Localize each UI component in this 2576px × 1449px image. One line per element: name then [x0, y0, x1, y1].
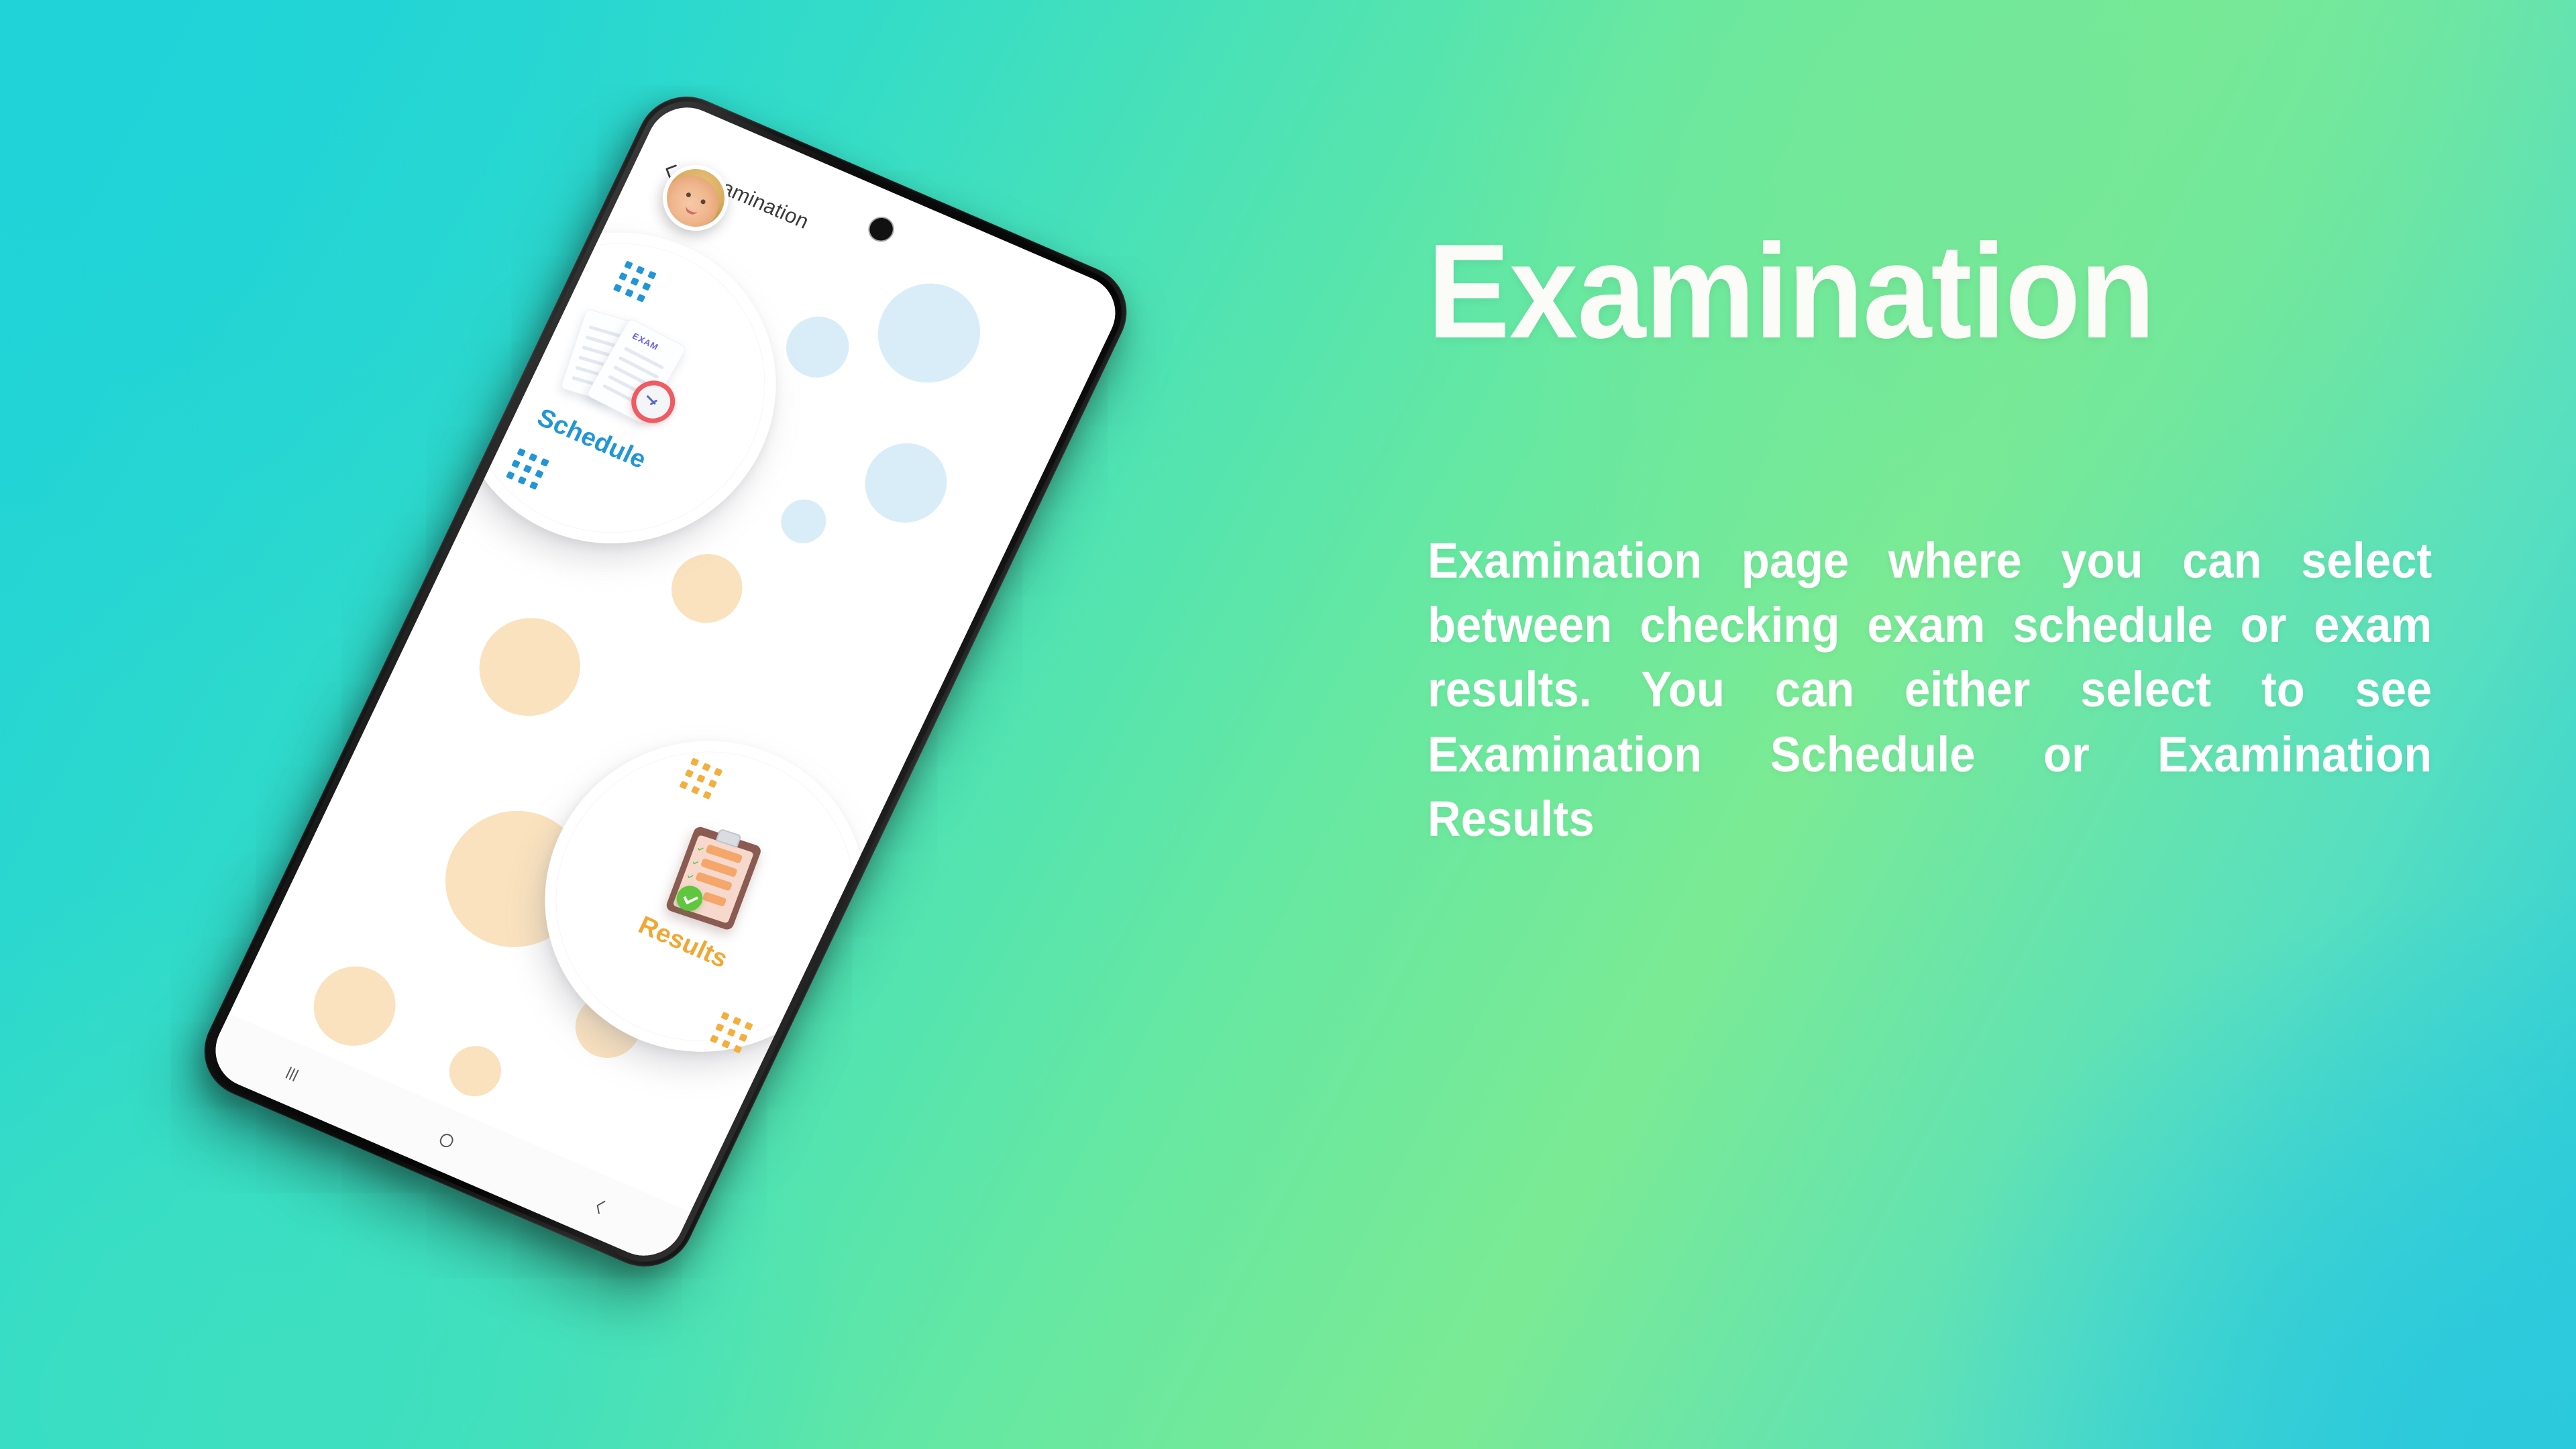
marketing-copy: Examination Examination page where you c… — [1428, 217, 2508, 916]
description-text: Examination page where you can select be… — [1428, 533, 2432, 847]
dot-grid-icon — [679, 757, 723, 800]
decor-circle-peach — [462, 602, 597, 732]
back-icon[interactable] — [585, 1192, 616, 1222]
decor-circle-peach — [300, 953, 409, 1059]
clipboard-check-icon — [665, 824, 763, 931]
decor-circle-blue — [773, 492, 834, 551]
phone-screen: Examination EXAM Schedule Results — [203, 95, 1128, 1268]
decor-circle-blue — [851, 431, 961, 535]
dot-grid-icon — [709, 1012, 753, 1054]
card-results[interactable]: Results — [492, 692, 918, 1102]
page-title: Examination — [1428, 217, 2155, 366]
phone-device: Examination EXAM Schedule Results — [188, 81, 1143, 1282]
home-icon[interactable] — [431, 1126, 462, 1155]
dot-grid-icon — [506, 447, 549, 490]
recents-icon[interactable] — [278, 1059, 309, 1089]
decor-circle-peach — [441, 1038, 510, 1105]
dot-grid-icon — [612, 260, 657, 303]
exam-tag: EXAM — [631, 330, 661, 352]
card-schedule[interactable]: EXAM Schedule — [403, 183, 829, 593]
phone-mockup: Examination EXAM Schedule Results — [115, 38, 1390, 1419]
